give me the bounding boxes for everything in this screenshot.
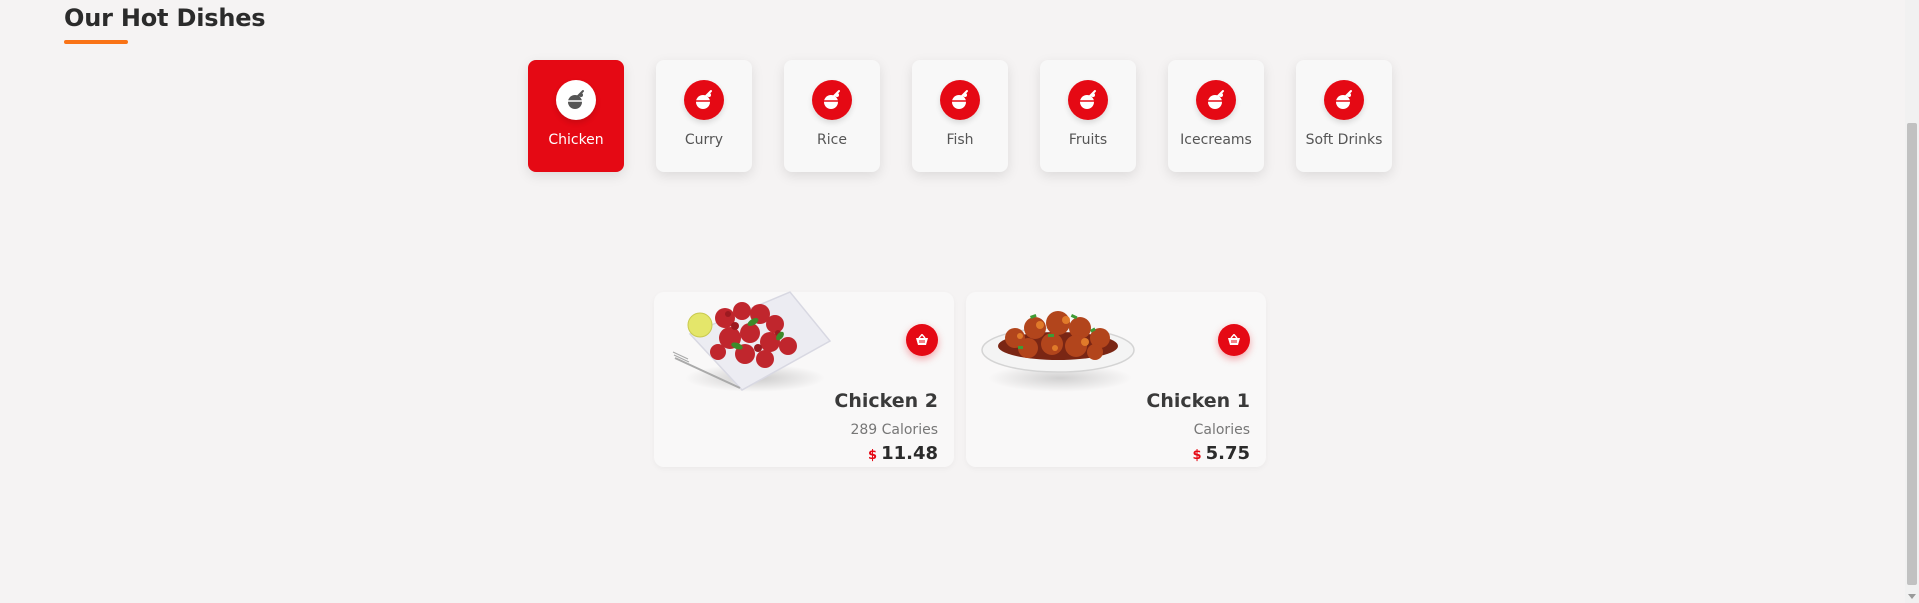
category-chicken[interactable]: Chicken	[528, 60, 624, 172]
currency-symbol: $	[868, 448, 878, 463]
price-value: 11.48	[881, 443, 938, 464]
category-curry[interactable]: Curry	[656, 60, 752, 172]
dish-icon	[1068, 80, 1108, 120]
section-title: Our Hot Dishes	[64, 4, 266, 32]
category-label: Icecreams	[1180, 132, 1252, 148]
dish-list: Chicken 2 289 Calories $11.48 Chicken 1 …	[654, 291, 1266, 467]
dish-calories: Calories	[1193, 422, 1250, 438]
category-list: Chicken Curry Rice Fish Fruits Icecreams…	[528, 60, 1392, 172]
dish-card: Chicken 1 Calories $5.75	[966, 292, 1266, 467]
title-underline	[64, 40, 128, 44]
price-value: 5.75	[1205, 443, 1250, 464]
basket-icon	[1227, 334, 1241, 346]
dish-card: Chicken 2 289 Calories $11.48	[654, 291, 954, 467]
category-fish[interactable]: Fish	[912, 60, 1008, 172]
category-icecreams[interactable]: Icecreams	[1168, 60, 1264, 172]
fried-chicken-image	[672, 291, 832, 392]
add-to-cart-button[interactable]	[1218, 324, 1250, 356]
dish-price: $11.48	[868, 443, 938, 464]
dish-icon	[812, 80, 852, 120]
category-soft-drinks[interactable]: Soft Drinks	[1296, 60, 1392, 172]
scrollbar-thumb[interactable]	[1907, 123, 1917, 585]
add-to-cart-button[interactable]	[906, 324, 938, 356]
category-label: Rice	[817, 132, 847, 148]
chicken-curry-image	[981, 311, 1135, 392]
scroll-down-arrow-icon[interactable]	[1908, 594, 1916, 599]
dish-icon	[684, 80, 724, 120]
dish-icon	[556, 80, 596, 120]
dish-calories: 289 Calories	[850, 422, 938, 438]
basket-icon	[915, 334, 929, 346]
category-label: Curry	[684, 132, 724, 148]
dish-price: $5.75	[1193, 443, 1250, 464]
dish-name: Chicken 1	[1146, 390, 1250, 412]
category-fruits[interactable]: Fruits	[1040, 60, 1136, 172]
dish-icon	[940, 80, 980, 120]
dish-icon	[1324, 80, 1364, 120]
vertical-scrollbar[interactable]	[1905, 0, 1919, 603]
dish-icon	[1196, 80, 1236, 120]
category-label: Chicken	[548, 132, 604, 148]
currency-symbol: $	[1192, 448, 1202, 463]
category-label: Fruits	[1068, 132, 1108, 148]
dish-name: Chicken 2	[834, 390, 938, 412]
category-label: Fish	[946, 132, 974, 148]
category-rice[interactable]: Rice	[784, 60, 880, 172]
category-label: Soft Drinks	[1305, 132, 1383, 148]
